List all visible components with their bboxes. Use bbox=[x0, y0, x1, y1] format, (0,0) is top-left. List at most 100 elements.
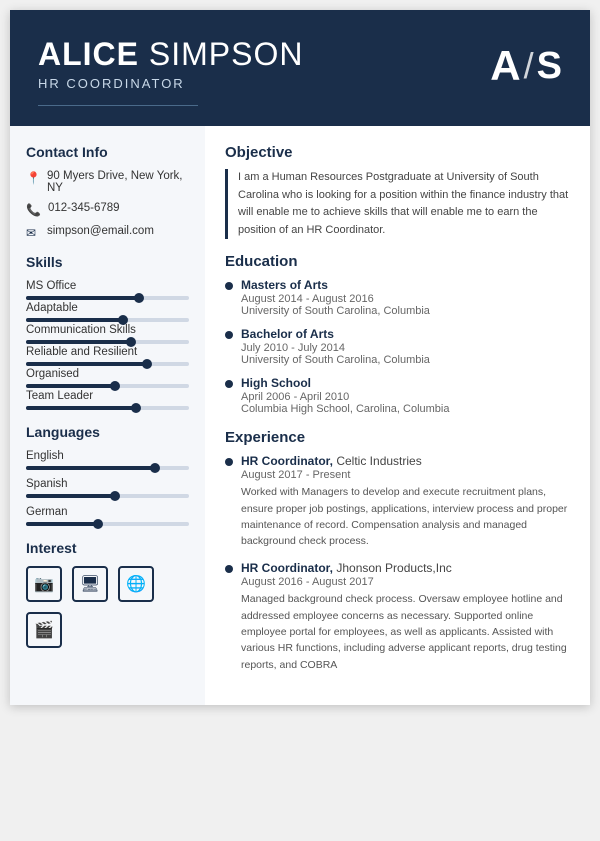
resume-container: ALICE SIMPSON HR COORDINATOR A / S Conta… bbox=[10, 10, 590, 705]
skill-name: MS Office bbox=[26, 280, 189, 292]
monogram-a: A bbox=[490, 42, 520, 90]
phone-icon: 📞 bbox=[26, 203, 41, 217]
skill-item: Communication Skills bbox=[26, 324, 189, 344]
skill-item: Organised bbox=[26, 368, 189, 388]
skill-bar-bg bbox=[26, 296, 189, 300]
language-item: English bbox=[26, 450, 189, 470]
bullet bbox=[225, 565, 233, 573]
edu-degree: Bachelor of Arts bbox=[241, 327, 430, 341]
edu-school: University of South Carolina, Columbia bbox=[241, 354, 430, 366]
skill-bar-bg bbox=[26, 318, 189, 322]
skill-name: Communication Skills bbox=[26, 324, 189, 336]
lang-bar-fill bbox=[26, 522, 99, 526]
exp-content: HR Coordinator, Jhonson Products,Inc Aug… bbox=[241, 561, 570, 672]
skill-bar-fill bbox=[26, 340, 132, 344]
language-name: English bbox=[26, 450, 189, 462]
interest-icon-1: 🖥 bbox=[72, 566, 108, 602]
right-column: Objective I am a Human Resources Postgra… bbox=[205, 126, 590, 705]
email-icon: ✉ bbox=[26, 226, 40, 240]
bullet bbox=[225, 458, 233, 466]
education-list: Masters of Arts August 2014 - August 201… bbox=[225, 278, 570, 415]
exp-title-line: HR Coordinator, Celtic Industries bbox=[241, 454, 570, 468]
languages-section-title: Languages bbox=[26, 424, 189, 440]
language-item: Spanish bbox=[26, 478, 189, 498]
experience-item: HR Coordinator, Jhonson Products,Inc Aug… bbox=[225, 561, 570, 672]
email-text: simpson@email.com bbox=[47, 225, 154, 237]
contact-phone: 📞 012-345-6789 bbox=[26, 202, 189, 217]
skills-list: MS Office Adaptable Communication Skills… bbox=[26, 280, 189, 410]
interest-icon-3: 🎬 bbox=[26, 612, 62, 648]
job-title: HR COORDINATOR bbox=[38, 76, 303, 91]
phone-text: 012-345-6789 bbox=[48, 202, 120, 214]
interest-icons: 📷 🖥 🌐 🎬 bbox=[26, 566, 189, 648]
skill-item: Team Leader bbox=[26, 390, 189, 410]
skill-item: Adaptable bbox=[26, 302, 189, 322]
skill-item: MS Office bbox=[26, 280, 189, 300]
lang-bar-fill bbox=[26, 494, 116, 498]
exp-title: HR Coordinator, bbox=[241, 454, 333, 468]
exp-date: August 2017 - Present bbox=[241, 469, 570, 481]
experience-list: HR Coordinator, Celtic Industries August… bbox=[225, 454, 570, 672]
header: ALICE SIMPSON HR COORDINATOR A / S bbox=[10, 10, 590, 126]
skill-item: Reliable and Resilient bbox=[26, 346, 189, 366]
skill-bar-bg bbox=[26, 384, 189, 388]
edu-degree: High School bbox=[241, 376, 450, 390]
exp-title-line: HR Coordinator, Jhonson Products,Inc bbox=[241, 561, 570, 575]
bullet bbox=[225, 331, 233, 339]
interest-section-title: Interest bbox=[26, 540, 189, 556]
skill-bar-bg bbox=[26, 340, 189, 344]
lang-bar-bg bbox=[26, 522, 189, 526]
monogram: A / S bbox=[490, 42, 562, 90]
header-left: ALICE SIMPSON HR COORDINATOR bbox=[38, 38, 303, 106]
edu-degree: Masters of Arts bbox=[241, 278, 430, 292]
contact-address: 📍 90 Myers Drive, New York, NY bbox=[26, 170, 189, 194]
education-section-title: Education bbox=[225, 253, 570, 270]
skill-name: Reliable and Resilient bbox=[26, 346, 189, 358]
header-divider bbox=[38, 105, 198, 106]
objective-text: I am a Human Resources Postgraduate at U… bbox=[225, 169, 570, 239]
skill-bar-fill bbox=[26, 406, 137, 410]
skills-section-title: Skills bbox=[26, 254, 189, 270]
skill-bar-bg bbox=[26, 362, 189, 366]
edu-content: High School April 2006 - April 2010 Colu… bbox=[241, 376, 450, 415]
lang-bar-fill bbox=[26, 466, 156, 470]
exp-date: August 2016 - August 2017 bbox=[241, 576, 570, 588]
skill-name: Adaptable bbox=[26, 302, 189, 314]
exp-title: HR Coordinator, bbox=[241, 561, 333, 575]
edu-date: July 2010 - July 2014 bbox=[241, 342, 430, 354]
monogram-s: S bbox=[537, 45, 562, 88]
bullet bbox=[225, 380, 233, 388]
body: Contact Info 📍 90 Myers Drive, New York,… bbox=[10, 126, 590, 705]
experience-section-title: Experience bbox=[225, 429, 570, 446]
left-column: Contact Info 📍 90 Myers Drive, New York,… bbox=[10, 126, 205, 705]
address-text: 90 Myers Drive, New York, NY bbox=[47, 170, 189, 194]
contact-email: ✉ simpson@email.com bbox=[26, 225, 189, 240]
language-name: German bbox=[26, 506, 189, 518]
skill-bar-bg bbox=[26, 406, 189, 410]
language-item: German bbox=[26, 506, 189, 526]
exp-company: Jhonson Products,Inc bbox=[336, 561, 451, 575]
skill-name: Organised bbox=[26, 368, 189, 380]
skill-bar-fill bbox=[26, 362, 148, 366]
lang-bar-bg bbox=[26, 466, 189, 470]
location-icon: 📍 bbox=[26, 171, 40, 185]
contact-section-title: Contact Info bbox=[26, 144, 189, 160]
edu-date: April 2006 - April 2010 bbox=[241, 391, 450, 403]
education-item: Bachelor of Arts July 2010 - July 2014 U… bbox=[225, 327, 570, 366]
bullet bbox=[225, 282, 233, 290]
interest-icon-0: 📷 bbox=[26, 566, 62, 602]
edu-date: August 2014 - August 2016 bbox=[241, 293, 430, 305]
exp-content: HR Coordinator, Celtic Industries August… bbox=[241, 454, 570, 549]
lang-bar-bg bbox=[26, 494, 189, 498]
edu-school: Columbia High School, Carolina, Columbia bbox=[241, 403, 450, 415]
edu-content: Bachelor of Arts July 2010 - July 2014 U… bbox=[241, 327, 430, 366]
monogram-slash: / bbox=[524, 45, 534, 87]
edu-content: Masters of Arts August 2014 - August 201… bbox=[241, 278, 430, 317]
full-name: ALICE SIMPSON bbox=[38, 38, 303, 70]
edu-school: University of South Carolina, Columbia bbox=[241, 305, 430, 317]
skill-bar-fill bbox=[26, 318, 124, 322]
interest-icon-2: 🌐 bbox=[118, 566, 154, 602]
exp-company: Celtic Industries bbox=[336, 454, 421, 468]
education-item: Masters of Arts August 2014 - August 201… bbox=[225, 278, 570, 317]
skill-bar-fill bbox=[26, 296, 140, 300]
